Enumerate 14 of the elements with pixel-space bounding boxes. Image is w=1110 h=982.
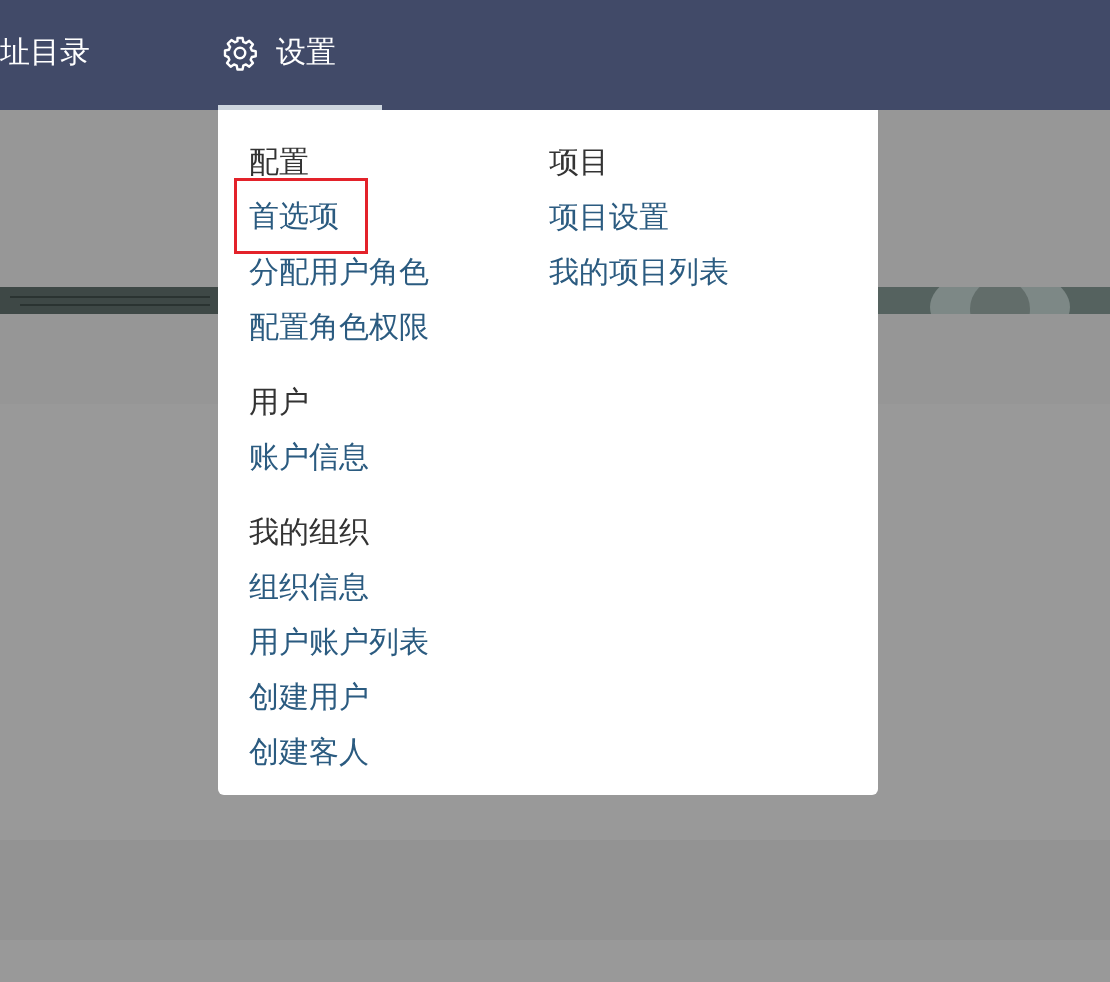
menu-item[interactable]: 创建客人 bbox=[249, 724, 369, 779]
menu-item[interactable]: 创建用户 bbox=[249, 669, 369, 724]
menu-heading: 用户 bbox=[249, 383, 309, 421]
settings-icon bbox=[222, 34, 258, 71]
menu-heading: 项目 bbox=[549, 143, 609, 181]
menu-item[interactable]: 用户账户列表 bbox=[249, 614, 429, 669]
menu-item[interactable]: 组织信息 bbox=[249, 559, 369, 614]
menu-item[interactable]: 配置角色权限 bbox=[249, 299, 429, 354]
menu-item[interactable]: 我的项目列表 bbox=[549, 244, 729, 299]
menu-heading: 配置 bbox=[249, 143, 309, 181]
menu-item[interactable]: 项目设置 bbox=[549, 189, 669, 244]
nav-tab[interactable]: 址目录 bbox=[0, 0, 218, 110]
menu-item[interactable]: 账户信息 bbox=[249, 429, 369, 484]
menu-heading: 我的组织 bbox=[249, 513, 369, 551]
